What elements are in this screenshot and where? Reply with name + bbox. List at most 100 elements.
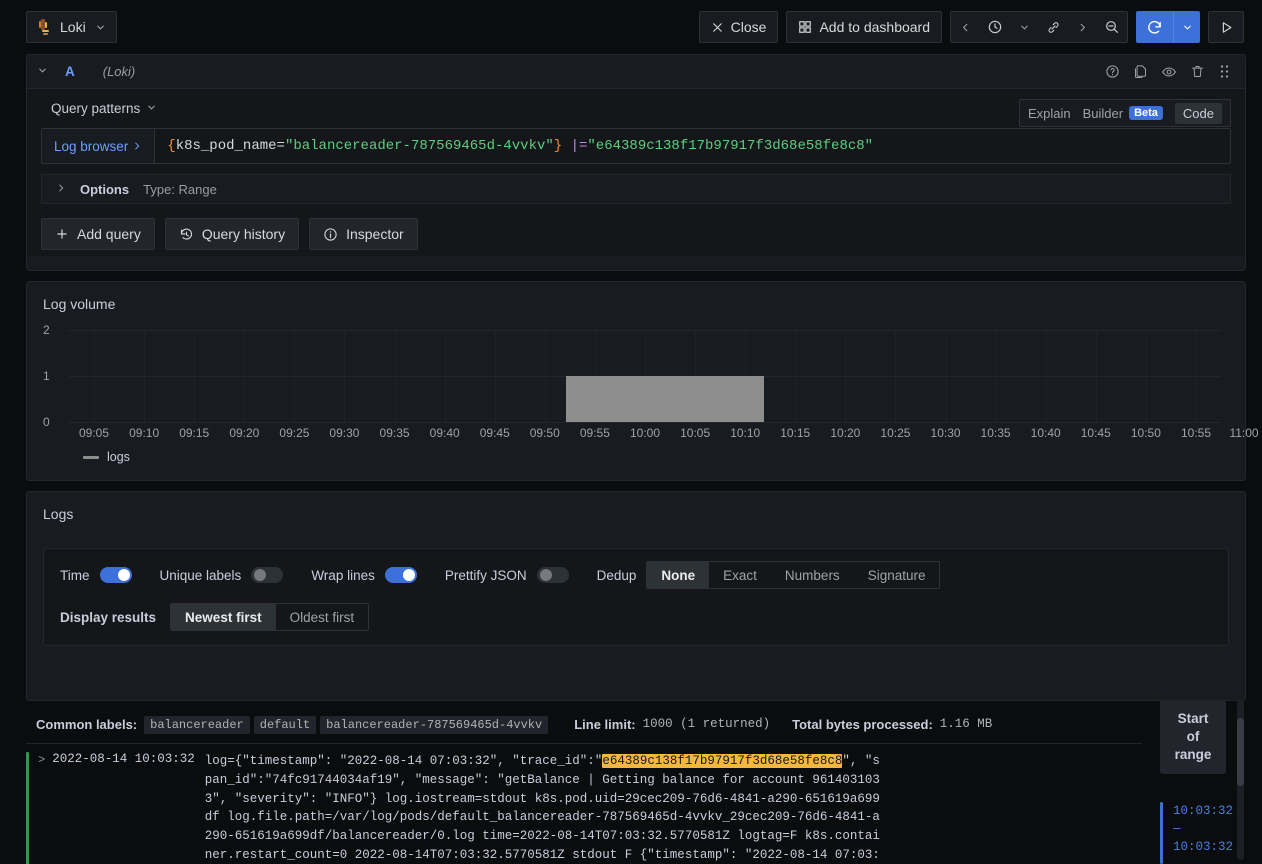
gridline-v (1046, 330, 1047, 422)
explore-toolbar: Loki Close Add to dashboard (0, 0, 1262, 54)
time-toggle[interactable]: Time (60, 567, 132, 583)
x-tick: 09:50 (530, 426, 560, 440)
x-tick: 10:10 (730, 426, 760, 440)
refresh-button[interactable] (1136, 11, 1173, 43)
datasource-picker[interactable]: Loki (26, 11, 117, 43)
sort-newest-first[interactable]: Newest first (171, 604, 276, 630)
explain-toggle[interactable]: Explain (1028, 106, 1071, 121)
label-chip[interactable]: balancereader-787569465d-4vvkv (320, 716, 548, 734)
x-tick: 09:30 (329, 426, 359, 440)
log-browser-button[interactable]: Log browser (42, 129, 155, 163)
x-tick: 10:30 (931, 426, 961, 440)
help-circle-icon[interactable] (1105, 64, 1120, 79)
mini-scroll-thumb[interactable] (1237, 718, 1244, 786)
gridline-v (895, 330, 896, 422)
query-mode-bar: Query patterns Explain Builder Beta Code (41, 99, 1231, 128)
display-results-label: Display results (60, 610, 156, 625)
log-volume-panel: Log volume 2 1 0 (26, 281, 1246, 481)
unique-labels-toggle[interactable]: Unique labels (160, 567, 284, 583)
query-mode-toggle: Explain Builder Beta Code (1019, 99, 1231, 127)
trash-icon[interactable] (1190, 64, 1205, 79)
dedup-control: Dedup None Exact Numbers Signature (597, 561, 941, 589)
legend-label: logs (107, 450, 130, 464)
gridline-v (94, 330, 95, 422)
x-tick: 09:55 (580, 426, 610, 440)
query-patterns-label: Query patterns (51, 101, 140, 116)
collapse-query-icon[interactable] (37, 65, 49, 79)
prettify-json-toggle[interactable]: Prettify JSON (445, 567, 569, 583)
range-start-time: 10:03:32 (1173, 802, 1233, 820)
query-expression-input[interactable]: {k8s_pod_name="balancereader-787569465d-… (155, 129, 1230, 163)
code-mode-button[interactable]: Code (1175, 103, 1222, 124)
expr-line-filter-op: |= (571, 138, 588, 154)
chart-bar[interactable] (566, 376, 764, 422)
x-tick: 10:50 (1131, 426, 1161, 440)
x-tick: 10:20 (830, 426, 860, 440)
time-picker-button[interactable] (980, 12, 1010, 42)
dedup-option-numbers[interactable]: Numbers (771, 562, 854, 588)
query-history-button[interactable]: Query history (165, 218, 299, 250)
time-switch[interactable] (100, 567, 132, 583)
x-tick: 09:15 (179, 426, 209, 440)
bytes-value: 1.16 MB (940, 717, 993, 731)
chart-legend[interactable]: logs (83, 450, 130, 464)
prettify-json-switch[interactable] (537, 567, 569, 583)
run-query-button[interactable] (1208, 11, 1244, 43)
sort-oldest-first[interactable]: Oldest first (276, 604, 369, 630)
gridline-v (795, 330, 796, 422)
eye-icon[interactable] (1161, 64, 1177, 80)
table-row[interactable]: > 2022-08-14 10:03:32 log={"timestamp": … (26, 744, 1142, 864)
share-link-button[interactable] (1039, 12, 1068, 42)
dedup-option-none[interactable]: None (647, 562, 709, 588)
refresh-icon (1146, 19, 1163, 36)
inspector-button[interactable]: Inspector (309, 218, 418, 250)
options-label: Options (80, 182, 129, 197)
gridline-v (1146, 330, 1147, 422)
x-tick: 09:25 (279, 426, 309, 440)
wrap-lines-toggle[interactable]: Wrap lines (311, 567, 417, 583)
label-chip[interactable]: balancereader (144, 716, 250, 734)
zoom-out-button[interactable] (1097, 12, 1127, 42)
time-picker-caret-button[interactable] (1010, 12, 1039, 42)
chevron-down-icon (95, 22, 106, 33)
close-icon (711, 21, 724, 34)
query-row-actions (1105, 64, 1231, 80)
drag-handle-icon[interactable] (1218, 64, 1231, 79)
time-range-controls (950, 11, 1128, 43)
wrap-lines-switch[interactable] (385, 567, 417, 583)
common-labels-label: Common labels: (36, 717, 137, 732)
gridline-bottom (69, 422, 1221, 423)
chevron-right-icon (1077, 22, 1088, 33)
unique-labels-switch[interactable] (251, 567, 283, 583)
query-editor-panel: A (Loki) Query patterns (26, 54, 1246, 271)
dedup-option-signature[interactable]: Signature (854, 562, 940, 588)
time-shift-forward-button[interactable] (1068, 12, 1097, 42)
expand-row-icon[interactable]: > (38, 752, 52, 767)
loki-logo-icon (37, 19, 51, 35)
time-shift-back-button[interactable] (951, 12, 980, 42)
add-query-button[interactable]: Add query (41, 218, 155, 250)
x-tick: 10:35 (981, 426, 1011, 440)
refresh-interval-button[interactable] (1173, 11, 1200, 43)
query-row-header: A (Loki) (27, 55, 1245, 89)
expr-label-key: k8s_pod_name (176, 138, 277, 154)
refresh-controls (1136, 11, 1200, 43)
display-results-row: Display results Newest first Oldest firs… (60, 603, 1212, 631)
add-to-dashboard-button[interactable]: Add to dashboard (786, 11, 942, 43)
dedup-radio-group: None Exact Numbers Signature (646, 561, 940, 589)
close-button[interactable]: Close (699, 11, 779, 43)
dedup-option-exact[interactable]: Exact (709, 562, 771, 588)
copy-icon[interactable] (1133, 64, 1148, 79)
log-rows-container: > 2022-08-14 10:03:32 log={"timestamp": … (26, 743, 1142, 864)
label-chip[interactable]: default (254, 716, 316, 734)
plus-icon (55, 227, 69, 241)
builder-mode-button[interactable]: Builder Beta (1083, 106, 1163, 121)
log-volume-chart[interactable]: 2 1 0 (43, 322, 1229, 482)
gridline-v (294, 330, 295, 422)
expr-label-value: "balancereader-787569465d-4vvkv" (285, 138, 554, 154)
expr-equals: = (277, 138, 285, 154)
chevron-right-icon (56, 183, 66, 196)
line-limit-group: Line limit: 1000 (1 returned) (574, 717, 770, 732)
gridline-v (545, 330, 546, 422)
query-options-row[interactable]: Options Type: Range (41, 174, 1231, 204)
